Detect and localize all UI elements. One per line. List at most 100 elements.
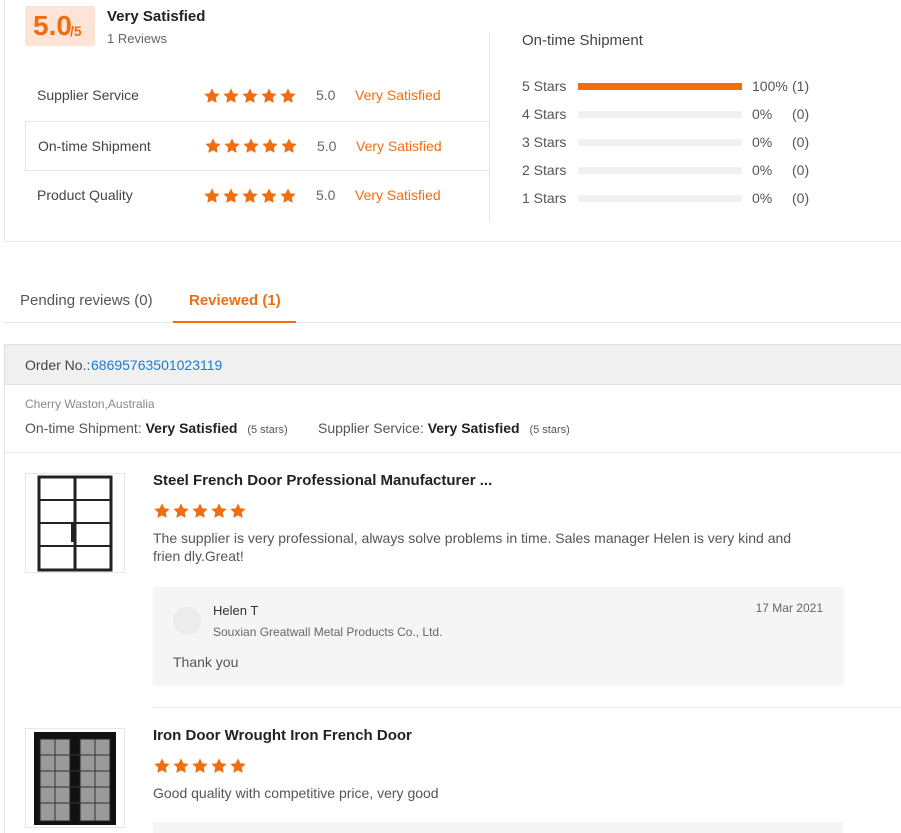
distribution-label: 5 Stars xyxy=(522,78,567,94)
star-rating xyxy=(204,137,298,155)
star-icon xyxy=(191,757,209,775)
star-icon xyxy=(261,137,279,155)
product-star-rating xyxy=(153,502,247,520)
order-service-rating: Supplier Service: Very Satisfied (5 star… xyxy=(318,420,570,436)
tabs-divider xyxy=(4,322,901,323)
rating-row-supplier-service: Supplier Service 5.0 Very Satisfied xyxy=(25,71,490,121)
star-icon xyxy=(222,187,240,205)
tab-pending-reviews[interactable]: Pending reviews (0) xyxy=(20,292,153,309)
active-tab-indicator xyxy=(173,321,296,323)
rating-name: On-time Shipment xyxy=(38,138,151,154)
distribution-percent: 0% xyxy=(752,106,773,122)
product-title[interactable]: Iron Door Wrought Iron French Door xyxy=(153,727,412,744)
distribution-bar xyxy=(578,111,742,118)
distribution-count: (1) xyxy=(792,78,810,94)
rating-row-on-time-shipment: On-time Shipment 5.0 Very Satisfied xyxy=(25,121,490,171)
order-number-link[interactable]: 68695763501023119 xyxy=(91,357,222,373)
star-icon xyxy=(242,137,260,155)
summary-divider xyxy=(489,32,490,222)
distribution-percent: 100% xyxy=(752,78,788,94)
star-icon xyxy=(279,87,297,105)
product-divider xyxy=(153,707,901,708)
star-icon xyxy=(191,502,209,520)
shipment-stars: (5 stars) xyxy=(247,424,288,436)
service-label: Supplier Service: xyxy=(318,420,424,436)
shipment-value: Very Satisfied xyxy=(145,420,238,436)
distribution-title: On-time Shipment xyxy=(522,32,643,49)
star-icon xyxy=(172,757,190,775)
reviews-count: 1 Reviews xyxy=(107,31,167,46)
service-stars: (5 stars) xyxy=(529,424,570,436)
star-rating xyxy=(203,187,297,205)
star-icon xyxy=(229,502,247,520)
order-divider xyxy=(4,452,901,453)
rating-text: Very Satisfied xyxy=(355,187,441,203)
overall-score: 5.0 xyxy=(33,10,72,41)
star-icon xyxy=(210,502,228,520)
rating-score: 5.0 xyxy=(316,187,336,203)
shipment-label: On-time Shipment: xyxy=(25,420,142,436)
distribution-row: 1 Stars 0% (0) xyxy=(522,188,822,208)
rating-name: Product Quality xyxy=(37,187,133,203)
distribution-label: 1 Stars xyxy=(522,190,567,206)
star-icon xyxy=(223,137,241,155)
star-icon xyxy=(204,137,222,155)
product-title[interactable]: Steel French Door Professional Manufactu… xyxy=(153,472,492,489)
supplier-reply xyxy=(153,822,843,833)
rating-name: Supplier Service xyxy=(37,87,139,103)
distribution-row: 3 Stars 0% (0) xyxy=(522,132,822,152)
star-icon xyxy=(229,757,247,775)
distribution-percent: 0% xyxy=(752,162,773,178)
reply-company: Souxian Greatwall Metal Products Co., Lt… xyxy=(213,625,443,639)
star-icon xyxy=(280,137,298,155)
rating-score: 5.0 xyxy=(316,87,336,103)
rating-row-product-quality: Product Quality 5.0 Very Satisfied xyxy=(25,171,490,221)
distribution-bar xyxy=(578,167,742,174)
star-icon xyxy=(279,187,297,205)
avatar xyxy=(173,607,201,635)
reply-text: Thank you xyxy=(173,654,239,670)
buyer-name: Cherry Waston,Australia xyxy=(25,397,155,411)
distribution-row: 4 Stars 0% (0) xyxy=(522,104,822,124)
order-header: Order No.: 68695763501023119 xyxy=(4,344,901,385)
star-icon xyxy=(203,87,221,105)
product-star-rating xyxy=(153,757,247,775)
overall-rating-label: Very Satisfied xyxy=(107,8,206,25)
distribution-bar xyxy=(578,83,742,90)
distribution-percent: 0% xyxy=(752,190,773,206)
star-icon xyxy=(260,187,278,205)
rating-text: Very Satisfied xyxy=(355,87,441,103)
star-icon xyxy=(172,502,190,520)
distribution-row: 2 Stars 0% (0) xyxy=(522,160,822,180)
order-number-label: Order No.: xyxy=(25,357,91,373)
distribution-percent: 0% xyxy=(752,134,773,150)
distribution-count: (0) xyxy=(792,190,810,206)
star-rating xyxy=(203,87,297,105)
tab-reviewed[interactable]: Reviewed (1) xyxy=(189,292,281,309)
star-icon xyxy=(203,187,221,205)
overall-score-badge: 5.0 /5 xyxy=(25,6,95,46)
star-icon xyxy=(260,87,278,105)
star-icon xyxy=(241,187,259,205)
steel-door-image xyxy=(37,475,113,572)
star-icon xyxy=(210,757,228,775)
distribution-count: (0) xyxy=(792,106,810,122)
product-image[interactable] xyxy=(25,728,125,828)
review-comment: The supplier is very professional, alway… xyxy=(153,530,792,564)
distribution-count: (0) xyxy=(792,162,810,178)
rating-text: Very Satisfied xyxy=(356,138,442,154)
reply-author: Helen T xyxy=(213,603,259,618)
distribution-label: 2 Stars xyxy=(522,162,567,178)
distribution-label: 4 Stars xyxy=(522,106,567,122)
product-image[interactable] xyxy=(25,473,125,573)
rating-score: 5.0 xyxy=(317,138,337,154)
distribution-bar xyxy=(578,195,742,202)
reply-date: 17 Mar 2021 xyxy=(755,601,823,615)
review-comment: Good quality with competitive price, ver… xyxy=(153,785,439,801)
distribution-row: 5 Stars 100% (1) xyxy=(522,76,822,96)
overall-score-max: /5 xyxy=(70,23,82,39)
supplier-reply: Helen T Souxian Greatwall Metal Products… xyxy=(153,587,843,685)
distribution-label: 3 Stars xyxy=(522,134,567,150)
star-icon xyxy=(222,87,240,105)
star-icon xyxy=(241,87,259,105)
